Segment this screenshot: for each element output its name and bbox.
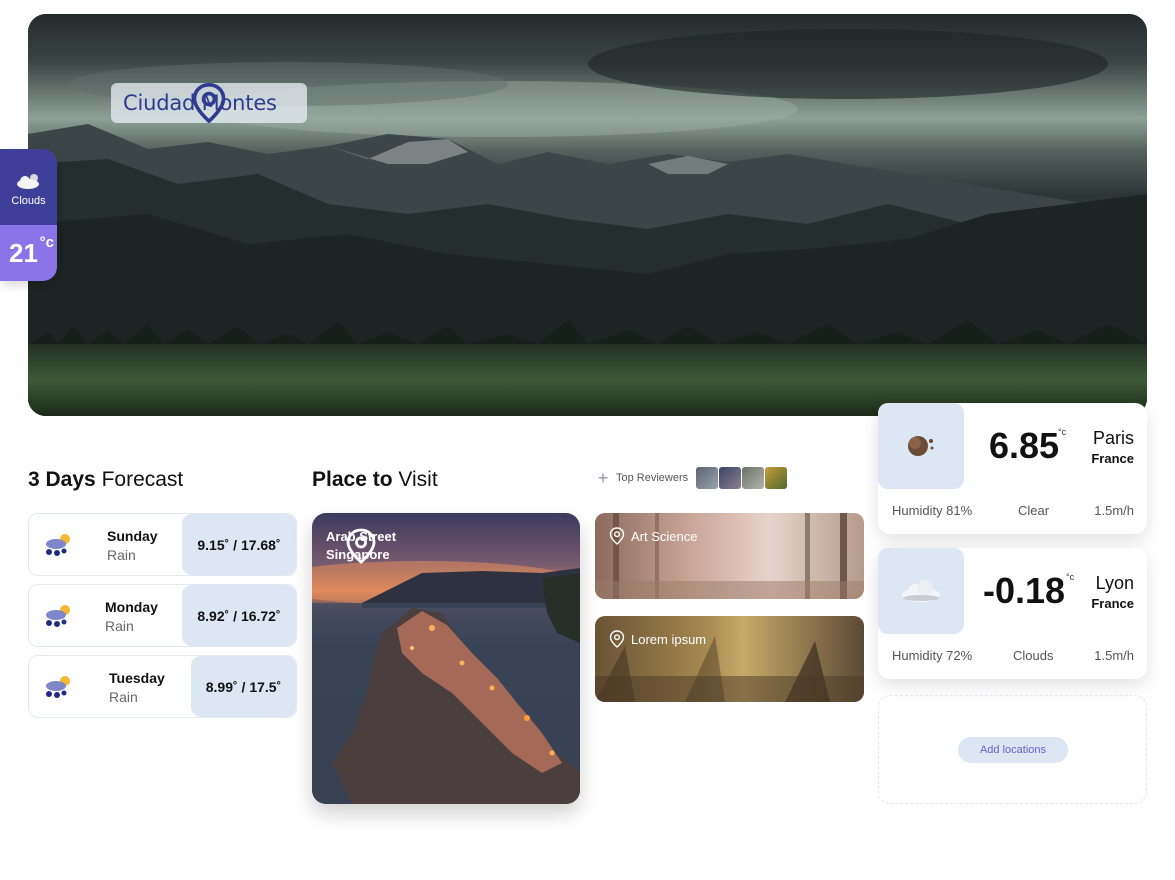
temp-unit: °c xyxy=(1066,572,1075,582)
wind-speed: 1.5m/h xyxy=(1094,648,1134,663)
city-temperature: -0.18 xyxy=(983,570,1066,611)
mountain-landscape-image xyxy=(28,14,1147,416)
forecast-day: Monday xyxy=(105,599,158,615)
forest-image xyxy=(595,636,864,702)
forecast-range: 8.99˚ / 17.5˚ xyxy=(191,656,296,717)
place-caption: Lorem ipsum xyxy=(609,630,706,648)
weather-icon-box xyxy=(878,548,964,634)
forecast-day: Sunday xyxy=(107,528,158,544)
forecast-row-monday[interactable]: Monday Rain 8.92˚ / 16.72˚ xyxy=(28,584,297,647)
forest-image xyxy=(595,513,864,599)
map-pin-icon xyxy=(609,630,625,648)
city-card-paris[interactable]: 6.85 °c Paris France Humidity 81% Clear … xyxy=(878,403,1147,534)
forecast-row-tuesday[interactable]: Tuesday Rain 8.99˚ / 17.5˚ xyxy=(28,655,297,718)
humidity: Humidity 81% xyxy=(892,503,973,518)
country-name: France xyxy=(1091,596,1134,611)
hero-banner: Ciudad Montes xyxy=(28,14,1147,416)
add-location-panel: Add locations xyxy=(878,695,1147,804)
rain-sun-icon xyxy=(46,676,70,698)
forecast-range: 9.15˚ / 17.68˚ xyxy=(182,514,296,575)
place-card-featured[interactable]: Arab Street Singapore xyxy=(312,513,580,804)
current-weather-tab[interactable]: Clouds 21 °c xyxy=(0,149,57,281)
city-temperature: 6.85 xyxy=(989,425,1060,466)
top-reviewers[interactable]: + Top Reviewers xyxy=(596,467,788,489)
temp-unit: °c xyxy=(39,233,54,251)
top-reviewers-label: Top Reviewers xyxy=(616,472,689,484)
map-pin-icon xyxy=(609,527,625,545)
forecast-desc: Rain xyxy=(105,618,134,634)
avatar[interactable] xyxy=(765,467,788,489)
forecast-row-sunday[interactable]: Sunday Rain 9.15˚ / 17.68˚ xyxy=(28,513,297,576)
avatar[interactable] xyxy=(719,467,742,489)
reviewer-avatars xyxy=(696,467,788,489)
weather-icon-box xyxy=(878,403,964,489)
place-card-art-science[interactable]: Art Science xyxy=(595,513,864,599)
forecast-heading: 3 Days Forecast xyxy=(28,468,184,491)
city-card-lyon[interactable]: -0.18 °c Lyon France Humidity 72% Clouds… xyxy=(878,548,1147,679)
cloud-icon xyxy=(16,173,39,189)
avatar[interactable] xyxy=(742,467,765,489)
city-name: Paris xyxy=(1092,428,1134,448)
temp-unit: °c xyxy=(1058,427,1067,437)
map-pin-icon xyxy=(192,83,226,123)
featured-place-caption: Arab Street Singapore xyxy=(326,528,396,564)
condition: Clear xyxy=(1018,503,1050,518)
rain-sun-icon xyxy=(46,534,70,556)
city-name: Lyon xyxy=(1095,573,1134,593)
cloud-icon xyxy=(902,580,940,602)
place-name: Art Science xyxy=(631,528,698,544)
wind-speed: 1.5m/h xyxy=(1094,503,1134,518)
forecast-desc: Rain xyxy=(107,547,136,563)
location-pill[interactable]: Ciudad Montes xyxy=(111,83,307,123)
current-condition-panel: Clouds xyxy=(0,149,57,225)
country-name: France xyxy=(1091,451,1134,466)
forecast-range: 8.92˚ / 16.72˚ xyxy=(182,585,296,646)
humidity: Humidity 72% xyxy=(892,648,973,663)
place-name: Lorem ipsum xyxy=(631,631,707,647)
place-card-lorem-ipsum[interactable]: Lorem ipsum xyxy=(595,616,864,702)
current-condition: Clouds xyxy=(11,194,46,207)
forecast-desc: Rain xyxy=(109,689,138,705)
places-heading: Place to Visit xyxy=(312,468,438,491)
moon-icon xyxy=(908,436,934,456)
rain-sun-icon xyxy=(46,605,70,627)
condition: Clouds xyxy=(1013,648,1054,663)
place-caption: Art Science xyxy=(609,527,697,545)
add-locations-button[interactable]: Add locations xyxy=(958,737,1068,763)
forecast-day: Tuesday xyxy=(109,670,165,686)
avatar[interactable] xyxy=(696,467,719,489)
add-icon[interactable]: + xyxy=(596,468,610,489)
current-temp-panel: 21 °c xyxy=(0,225,57,281)
current-temperature: 21 °c xyxy=(9,233,54,268)
map-pin-icon xyxy=(346,528,376,564)
